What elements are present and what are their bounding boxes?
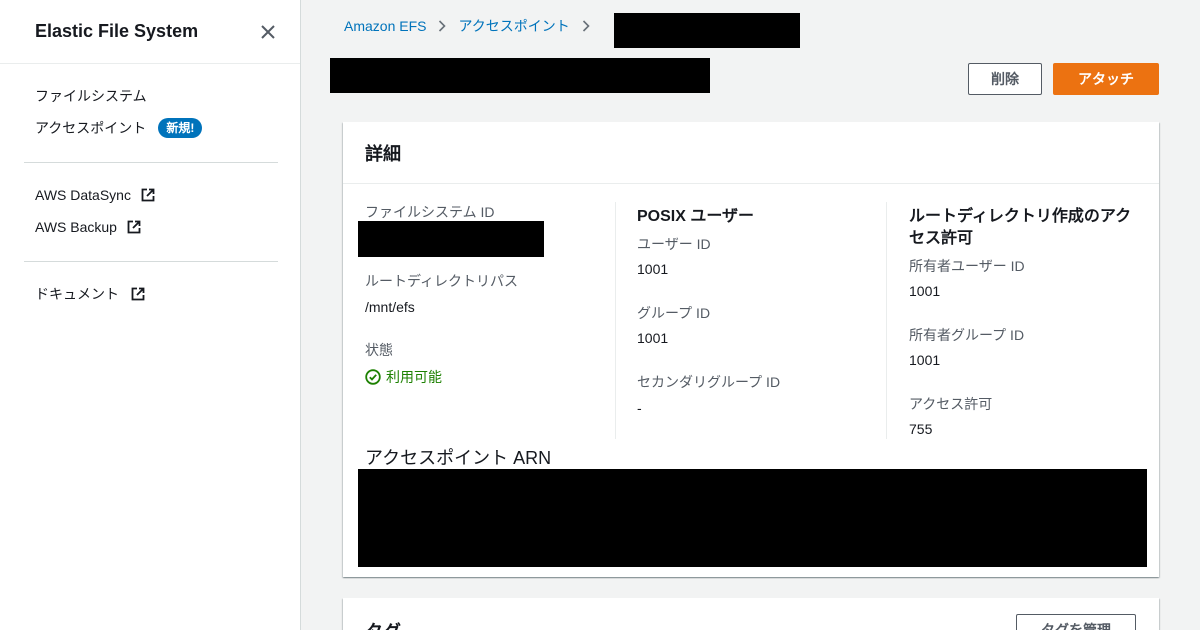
external-link-icon	[141, 188, 155, 202]
main-content: Amazon EFS アクセスポイント 削除 アタッチ 詳細 ファイルシステム …	[302, 0, 1200, 630]
redacted-access-point-arn	[358, 469, 1147, 567]
sidebar-main-links: ファイルシステム アクセスポイント 新規!	[0, 64, 300, 162]
details-title: 詳細	[343, 122, 1159, 184]
sidebar-item-datasync[interactable]: AWS DataSync	[35, 179, 300, 211]
side-navigation: Elastic File System ファイルシステム アクセスポイント 新規…	[0, 0, 301, 630]
sidebar-docs: ドキュメント	[0, 262, 300, 328]
owner-group-id-value: 1001	[909, 352, 941, 368]
sidebar-item-file-systems[interactable]: ファイルシステム	[35, 80, 300, 112]
sidebar-item-label: アクセスポイント	[35, 120, 147, 136]
sidebar-header: Elastic File System	[0, 0, 300, 64]
permissions-value: 755	[909, 421, 933, 437]
chevron-right-icon	[576, 20, 596, 32]
external-link-icon	[131, 287, 145, 301]
state-text: 利用可能	[386, 369, 442, 385]
new-badge: 新規!	[158, 118, 203, 138]
tags-panel: タグ タグを管理	[343, 598, 1159, 630]
close-icon[interactable]	[258, 22, 278, 42]
tags-title: タグ	[365, 618, 401, 630]
chevron-right-icon	[432, 20, 452, 32]
sidebar-item-label: AWS DataSync	[35, 187, 131, 203]
owner-user-id-label: 所有者ユーザー ID	[909, 258, 1025, 274]
group-id-label: グループ ID	[637, 305, 711, 321]
external-link-icon	[127, 220, 141, 234]
access-point-arn-label: アクセスポイント ARN	[365, 448, 552, 468]
manage-tags-button[interactable]: タグを管理	[1016, 614, 1136, 630]
breadcrumb-link-efs[interactable]: Amazon EFS	[344, 18, 426, 34]
root-path-label: ルートディレクトリパス	[365, 273, 519, 289]
column-divider	[615, 202, 616, 439]
sidebar-item-label: AWS Backup	[35, 219, 117, 235]
sidebar-item-access-points[interactable]: アクセスポイント 新規!	[35, 112, 300, 144]
column-divider	[886, 202, 887, 439]
user-id-value: 1001	[637, 261, 669, 277]
group-id-value: 1001	[637, 330, 669, 346]
sidebar-item-label: ドキュメント	[35, 286, 119, 302]
check-circle-icon	[365, 369, 381, 385]
redacted-filesystem-id	[358, 221, 544, 257]
delete-button[interactable]: 削除	[968, 63, 1042, 95]
redacted-page-title	[330, 58, 710, 93]
owner-user-id-value: 1001	[909, 283, 941, 299]
secondary-group-value: -	[637, 400, 642, 416]
sidebar-external-links: AWS DataSync AWS Backup	[0, 163, 300, 261]
sidebar-item-label: ファイルシステム	[35, 88, 147, 104]
state-label: 状態	[365, 342, 393, 358]
breadcrumb-link-access-points[interactable]: アクセスポイント	[458, 16, 569, 36]
breadcrumb: Amazon EFS アクセスポイント	[344, 16, 602, 36]
sidebar-item-backup[interactable]: AWS Backup	[35, 211, 300, 243]
sidebar-item-documentation[interactable]: ドキュメント	[35, 278, 300, 310]
root-path-value: /mnt/efs	[365, 299, 415, 315]
details-panel: 詳細 ファイルシステム ID ルートディレクトリパス /mnt/efs 状態 利…	[343, 122, 1159, 577]
filesystem-id-label: ファイルシステム ID	[365, 204, 495, 220]
user-id-label: ユーザー ID	[637, 236, 711, 252]
redacted-breadcrumb-current	[614, 13, 800, 48]
posix-user-title: POSIX ユーザー	[637, 208, 755, 225]
secondary-group-label: セカンダリグループ ID	[637, 374, 781, 390]
state-value: 利用可能	[365, 367, 442, 387]
owner-group-id-label: 所有者グループ ID	[909, 327, 1025, 343]
sidebar-title: Elastic File System	[35, 21, 199, 41]
permissions-label: アクセス許可	[909, 396, 993, 412]
root-permissions-title: ルートディレクトリ作成のアクセス許可	[909, 208, 1132, 247]
attach-button[interactable]: アタッチ	[1053, 63, 1159, 95]
